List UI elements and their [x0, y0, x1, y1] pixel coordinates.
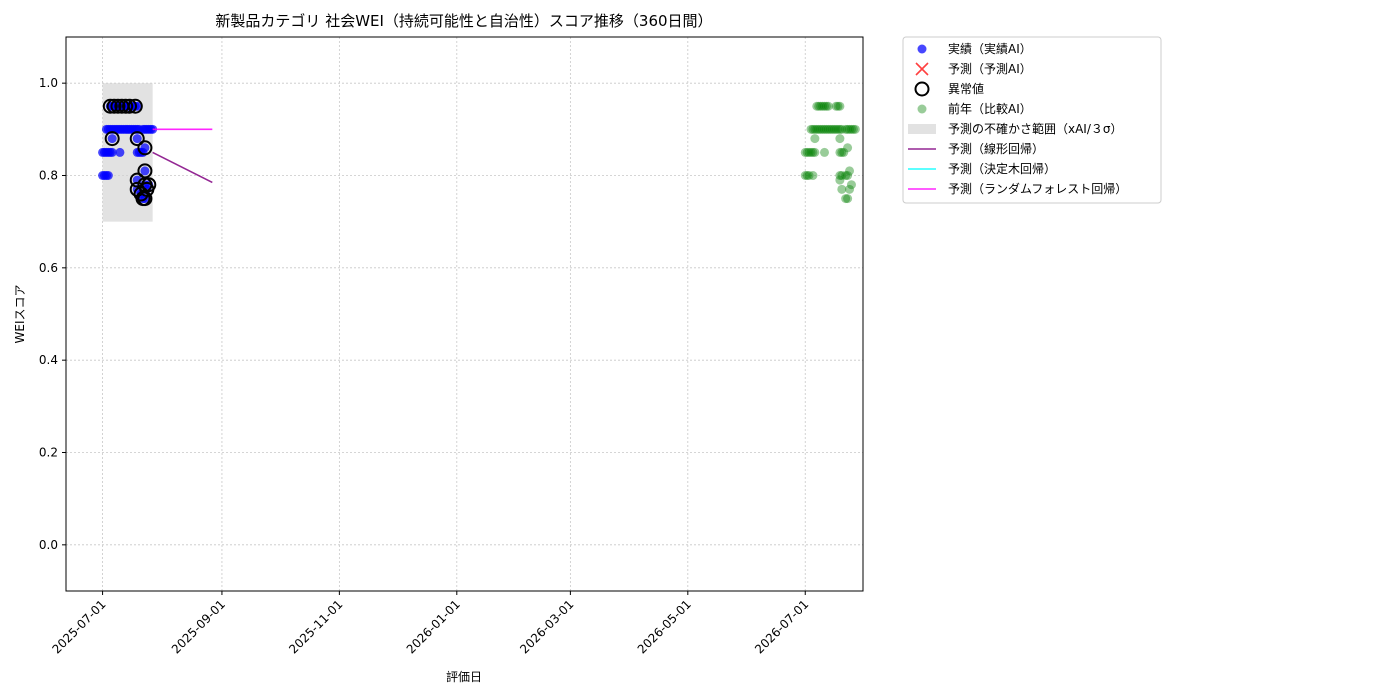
data-point: [850, 124, 860, 134]
y-tick-label: 0.2: [39, 446, 58, 460]
data-point: [835, 175, 845, 185]
data-point: [107, 147, 117, 157]
data-point: [810, 134, 820, 144]
x-axis-ticks: 2025-07-01 2025-09-01 2025-11-01 2026-01-01…: [49, 591, 811, 656]
data-point: [107, 134, 117, 144]
chart-title: 新製品カテゴリ 社会WEI（持続可能性と自治性）スコア推移（360日間）: [215, 12, 712, 30]
wei-score-chart: 新製品カテゴリ 社会WEI（持続可能性と自治性）スコア推移（360日間） 0.0…: [13, 12, 1162, 684]
y-tick-label: 0.8: [39, 169, 58, 183]
data-point: [843, 194, 853, 204]
x-tick-label: 2026-05-01: [635, 597, 694, 656]
plot-area: [66, 37, 863, 591]
y-tick-label: 1.0: [39, 76, 58, 90]
legend-marker-dot: [917, 104, 927, 114]
data-point: [808, 171, 818, 180]
data-point: [810, 147, 820, 157]
legend-label: 実績（実績AI）: [948, 41, 1032, 56]
legend-marker-dot: [917, 44, 927, 54]
x-tick-label: 2025-09-01: [169, 597, 228, 656]
legend-marker-band: [908, 124, 936, 134]
legend-label: 前年（比較AI）: [948, 101, 1032, 116]
y-tick-label: 0.6: [39, 261, 58, 275]
data-point: [115, 147, 125, 157]
data-point: [103, 171, 113, 180]
x-tick-label: 2025-11-01: [286, 597, 345, 656]
data-point: [843, 143, 853, 153]
legend-label: 予測（予測AI）: [948, 62, 1032, 76]
data-point: [140, 143, 150, 153]
data-point: [140, 166, 150, 176]
x-tick-label: 2026-01-01: [404, 597, 463, 656]
data-point: [835, 101, 845, 111]
data-point: [846, 180, 856, 190]
legend-label: 予測（線形回帰）: [948, 141, 1044, 156]
x-tick-label: 2025-07-01: [49, 597, 108, 656]
legend-label: 予測（決定木回帰）: [948, 161, 1056, 176]
legend-frame: [902, 36, 1162, 204]
data-point: [132, 134, 142, 144]
data-point: [823, 101, 833, 111]
data-point: [837, 184, 847, 194]
y-axis-label: WEIスコア: [13, 285, 27, 344]
x-tick-label: 2026-03-01: [517, 597, 576, 656]
data-point: [845, 166, 855, 176]
data-point: [819, 147, 829, 157]
y-axis-ticks: 0.0 0.2 0.4 0.6 0.8 1.0: [39, 76, 66, 552]
legend-label: 異常値: [948, 81, 984, 96]
y-tick-label: 0.4: [39, 353, 58, 367]
legend: 実績（実績AI） 予測（予測AI） 異常値前年（比較AI） 予測の不確かさ範囲（xAI…: [902, 36, 1162, 204]
x-tick-label: 2026-07-01: [752, 597, 811, 656]
legend-label: 予測の不確かさ範囲（xAI/３σ）: [948, 121, 1123, 136]
x-axis-label: 評価日: [446, 669, 482, 684]
data-point: [835, 134, 845, 144]
legend-label: 予測（ランダムフォレスト回帰）: [948, 181, 1127, 196]
y-tick-label: 0.0: [39, 538, 58, 552]
